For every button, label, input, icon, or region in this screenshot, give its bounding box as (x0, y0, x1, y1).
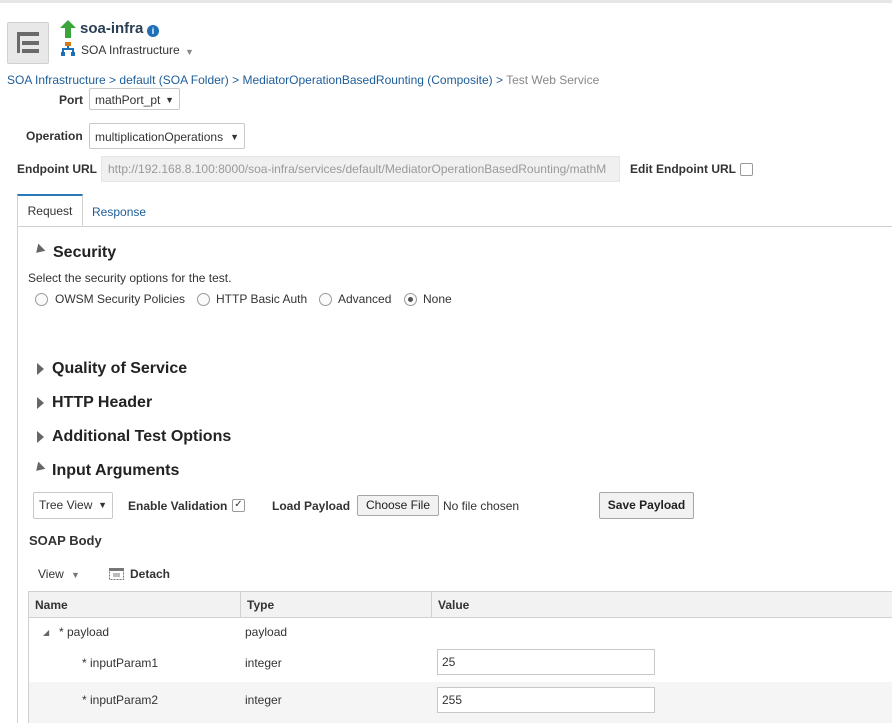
tab-strip-border (17, 226, 892, 227)
detach-button[interactable]: Detach (130, 567, 170, 581)
name-cell: * inputParam1 (82, 656, 159, 670)
radio-none[interactable] (404, 293, 417, 306)
table-header: Name Type Value (29, 591, 892, 618)
value-input[interactable]: 255 (437, 687, 655, 713)
info-icon[interactable]: i (147, 25, 159, 37)
qos-section-title[interactable]: Quality of Service (52, 360, 187, 378)
panel-border (17, 227, 18, 723)
detach-icon[interactable] (108, 566, 125, 581)
view-menu[interactable]: View (38, 567, 64, 581)
composite-tree-icon (61, 42, 75, 56)
tab-response[interactable]: Response (92, 205, 146, 219)
chevron-down-icon: ▼ (98, 500, 107, 510)
name-cell: * inputParam2 (82, 693, 159, 707)
tab-request[interactable]: Request (17, 194, 83, 226)
breadcrumb-current: Test Web Service (506, 73, 600, 87)
no-file-chosen-text: No file chosen (443, 499, 520, 513)
name-cell: * payload (59, 625, 110, 639)
radio-advanced[interactable] (319, 293, 332, 306)
soap-body-label: SOAP Body (29, 533, 102, 548)
table-row: * inputParam1 integer 25 (29, 648, 892, 682)
column-header-value[interactable]: Value (432, 592, 892, 618)
radio-label: Advanced (338, 292, 392, 306)
operation-select[interactable]: multiplicationOperations ▼ (89, 123, 245, 149)
column-header-type[interactable]: Type (241, 592, 432, 618)
port-label: Port (59, 93, 83, 107)
breadcrumb-link[interactable]: SOA Infrastructure (7, 73, 106, 87)
expand-triangle-icon[interactable] (37, 431, 44, 443)
up-arrow-icon (60, 20, 76, 38)
type-cell: integer (245, 693, 282, 707)
target-menu-caret-icon[interactable]: ▼ (185, 47, 194, 57)
radio-label: None (423, 292, 452, 306)
breadcrumb-link[interactable]: MediatorOperationBasedRounting (Composit… (242, 73, 492, 87)
top-border (0, 0, 892, 3)
chevron-down-icon: ▼ (230, 132, 239, 142)
input-arguments-section-title[interactable]: Input Arguments (52, 462, 179, 480)
collapse-triangle-icon[interactable] (32, 243, 46, 257)
radio-label: OWSM Security Policies (55, 292, 186, 306)
enable-validation-label: Enable Validation (128, 499, 228, 513)
type-cell: integer (245, 656, 282, 670)
save-payload-button[interactable]: Save Payload (599, 492, 694, 519)
operation-label: Operation (26, 129, 83, 143)
value-input[interactable]: 25 (437, 649, 655, 675)
http-header-section-title[interactable]: HTTP Header (52, 394, 152, 412)
endpoint-url-label: Endpoint URL (17, 162, 97, 176)
view-mode-select[interactable]: Tree View ▼ (33, 492, 113, 519)
additional-options-section-title[interactable]: Additional Test Options (52, 428, 231, 446)
expand-triangle-icon[interactable]: ◢ (43, 628, 49, 637)
choose-file-button[interactable]: Choose File (357, 495, 439, 516)
app-title: soa-infra (80, 20, 144, 37)
edit-endpoint-label: Edit Endpoint URL (630, 162, 736, 176)
expand-triangle-icon[interactable] (37, 397, 44, 409)
column-header-name[interactable]: Name (29, 592, 240, 618)
type-cell: payload (245, 625, 288, 639)
enable-validation-checkbox[interactable]: ✓ (232, 499, 245, 512)
navigator-toggle-button[interactable] (7, 22, 49, 64)
collapse-triangle-icon[interactable] (32, 461, 46, 475)
load-payload-label: Load Payload (272, 499, 351, 513)
port-select[interactable]: mathPort_pt ▼ (89, 88, 180, 110)
radio-owsm-security-policies[interactable] (35, 293, 48, 306)
radio-label: HTTP Basic Auth (216, 292, 308, 306)
chevron-down-icon[interactable]: ▼ (71, 570, 80, 580)
table-row: ◢ * payload payload (29, 618, 892, 648)
security-description: Select the security options for the test… (28, 271, 232, 285)
expand-triangle-icon[interactable] (37, 363, 44, 375)
edit-endpoint-checkbox[interactable] (740, 163, 753, 176)
payload-table: Name Type Value ◢ * payload payload * in… (28, 591, 892, 723)
target-menu-label[interactable]: SOA Infrastructure (81, 43, 180, 57)
chevron-down-icon: ▼ (165, 95, 174, 105)
breadcrumb-link[interactable]: default (SOA Folder) (119, 73, 228, 87)
endpoint-url-field[interactable]: http://192.168.8.100:8000/soa-infra/serv… (101, 156, 620, 182)
security-section-title[interactable]: Security (53, 244, 116, 262)
table-row: * inputParam2 integer 255 (29, 682, 892, 723)
breadcrumb: SOA Infrastructure > default (SOA Folder… (7, 73, 600, 87)
radio-http-basic-auth[interactable] (197, 293, 210, 306)
